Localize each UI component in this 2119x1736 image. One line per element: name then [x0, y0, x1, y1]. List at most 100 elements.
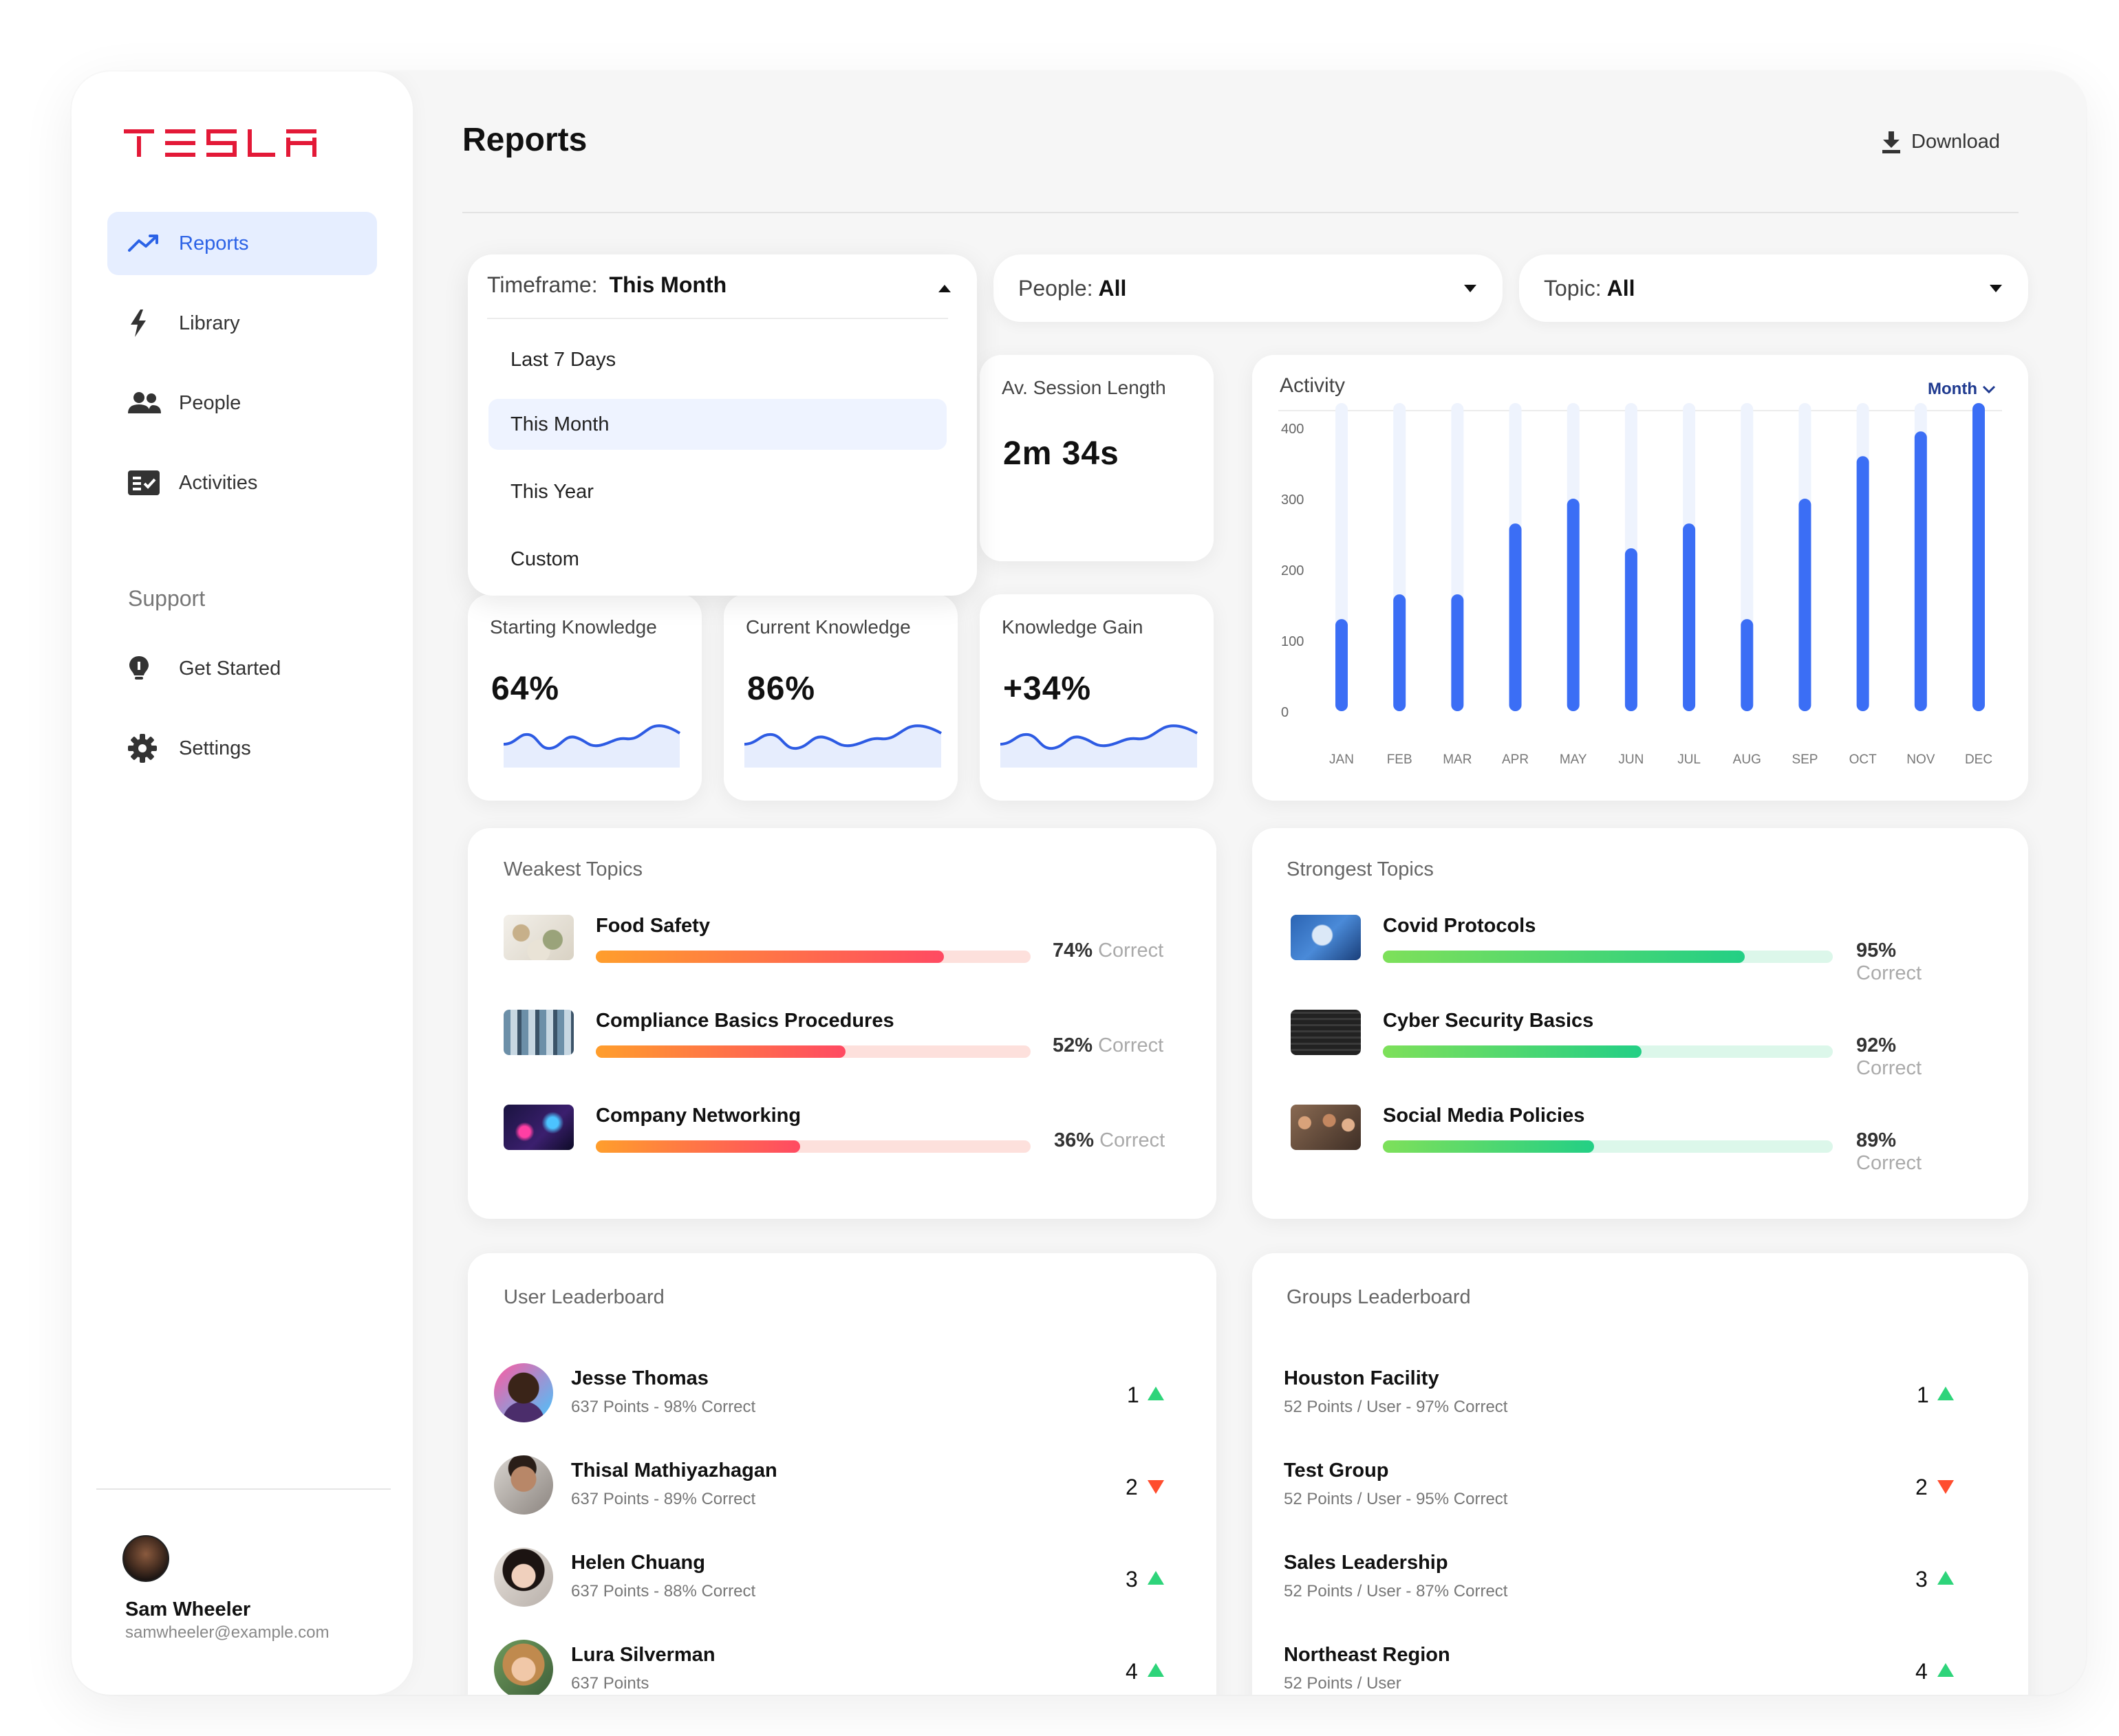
leaderboard-row[interactable]: Northeast Region 52 Points / User 4: [1284, 1640, 1972, 1695]
stat-label: Av. Session Length: [1002, 377, 1166, 398]
sidebar-item-label: Get Started: [179, 657, 281, 680]
bar-jul[interactable]: [1683, 523, 1696, 711]
sidebar-item-label: Activities: [179, 471, 258, 494]
avatar: [494, 1640, 553, 1695]
bar-feb[interactable]: [1393, 594, 1406, 711]
timeframe-filter-header[interactable]: Timeframe: This Month: [487, 272, 727, 298]
bar-jan[interactable]: [1335, 619, 1348, 711]
leaderboard-row[interactable]: Houston Facility 52 Points / User - 97% …: [1284, 1363, 1972, 1429]
topic-filter-dropdown[interactable]: Topic: All: [1519, 254, 2028, 322]
bar-dec[interactable]: [1972, 403, 1985, 711]
user-name: Jesse Thomas: [571, 1367, 709, 1389]
topic-row-compliance-basics-procedures[interactable]: Compliance Basics Procedures 52% Correct: [504, 1010, 1178, 1065]
group-name: Northeast Region: [1284, 1644, 1450, 1666]
lightning-icon: [128, 310, 165, 337]
sidebar-item-activities[interactable]: Activities: [107, 451, 377, 514]
topic-row-company-networking[interactable]: Company Networking 36% Correct: [504, 1105, 1178, 1160]
avatar: [494, 1363, 553, 1422]
x-tick-label: OCT: [1849, 752, 1878, 767]
topic-row-food-safety[interactable]: Food Safety 74% Correct: [504, 915, 1178, 970]
group-name: Test Group: [1284, 1460, 1389, 1482]
topic-row-covid-protocols[interactable]: Covid Protocols 95% Correct: [1291, 915, 1965, 984]
topic-name: Food Safety: [596, 915, 710, 937]
group-stats: 52 Points / User - 97% Correct: [1284, 1398, 1508, 1416]
compliance-thumbnail: [504, 1010, 574, 1055]
leaderboard-row[interactable]: Helen Chuang 637 Points - 88% Correct 3: [494, 1548, 1182, 1614]
stat-label: Current Knowledge: [746, 616, 911, 638]
header-divider: [462, 212, 2019, 213]
user-stats: 637 Points - 89% Correct: [571, 1490, 756, 1508]
tesla-logo[interactable]: [124, 129, 316, 157]
activity-bar-chart: 400 300 200 100 0 JAN FEB MAR APR MAY JUN JUL AUG SEP…: [1281, 403, 1992, 767]
timeframe-option-custom[interactable]: Custom: [488, 534, 947, 585]
trend-up-icon: [1148, 1571, 1164, 1585]
bar-sep[interactable]: [1798, 499, 1811, 711]
timeframe-filter-dropdown[interactable]: Timeframe: This Month Last 7 Days This M…: [468, 254, 977, 596]
progress-fill: [1383, 951, 1745, 963]
x-tick-label: JUN: [1618, 752, 1644, 767]
bar-apr[interactable]: [1509, 523, 1522, 711]
x-tick-label: APR: [1502, 752, 1529, 767]
sidebar-item-reports[interactable]: Reports: [107, 212, 377, 275]
bar-mar[interactable]: [1451, 594, 1464, 711]
avatar: [494, 1548, 553, 1607]
bar-may[interactable]: [1567, 499, 1580, 711]
stat-value: 2m 34s: [1003, 435, 1119, 472]
leaderboard-row[interactable]: Jesse Thomas 637 Points - 98% Correct 1: [494, 1363, 1182, 1429]
topic-filter-value: All: [1606, 275, 1635, 301]
y-tick-label: 200: [1281, 563, 1304, 578]
x-tick-label: MAR: [1443, 752, 1472, 767]
caret-up-icon[interactable]: [938, 285, 951, 292]
sidebar-item-get-started[interactable]: Get Started: [107, 637, 377, 700]
bar-aug[interactable]: [1741, 619, 1754, 711]
bar-nov[interactable]: [1914, 431, 1927, 711]
leaderboard-row[interactable]: Sales Leadership 52 Points / User - 87% …: [1284, 1548, 1972, 1614]
timeframe-filter-label: Timeframe:: [487, 272, 598, 297]
topic-row-social-media-policies[interactable]: Social Media Policies 89% Correct: [1291, 1105, 1965, 1174]
progress-fill: [596, 1045, 846, 1058]
stat-label: Knowledge Gain: [1002, 616, 1143, 638]
leaderboard-row[interactable]: Test Group 52 Points / User - 95% Correc…: [1284, 1455, 1972, 1521]
topic-name: Cyber Security Basics: [1383, 1010, 1594, 1032]
leaderboard-row[interactable]: Thisal Mathiyazhagan 637 Points - 89% Co…: [494, 1455, 1182, 1521]
avatar[interactable]: [122, 1535, 169, 1582]
x-tick-label: SEP: [1792, 752, 1818, 767]
rank-number: 1: [1127, 1382, 1139, 1407]
timeframe-option-this-year[interactable]: This Year: [488, 466, 947, 517]
bar-jun[interactable]: [1624, 548, 1637, 711]
leaderboard-row[interactable]: Lura Silverman 637 Points 4: [494, 1640, 1182, 1695]
rank-number: 2: [1915, 1475, 1928, 1499]
user-leaderboard-card: User Leaderboard Jesse Thomas 637 Points…: [468, 1253, 1216, 1695]
user-stats: 637 Points - 98% Correct: [571, 1398, 756, 1416]
x-tick-label: FEB: [1387, 752, 1412, 767]
group-stats: 52 Points / User - 87% Correct: [1284, 1582, 1508, 1601]
activity-chart-card: Activity Month 400 300 200 100 0 JAN FEB MAR APR…: [1252, 355, 2028, 801]
cyber-security-thumbnail: [1291, 1010, 1361, 1055]
session-length-card: Av. Session Length 2m 34s: [980, 355, 1214, 561]
networking-thumbnail: [504, 1105, 574, 1150]
y-tick-label: 400: [1281, 422, 1304, 437]
timeframe-option-this-month[interactable]: This Month: [488, 399, 947, 450]
percent-correct: 89% Correct: [1856, 1129, 1922, 1174]
sidebar-item-label: People: [179, 391, 241, 414]
social-media-thumbnail: [1291, 1105, 1361, 1150]
sidebar-item-settings[interactable]: Settings: [107, 717, 377, 780]
people-filter-value: All: [1098, 275, 1127, 301]
topic-row-cyber-security-basics[interactable]: Cyber Security Basics 92% Correct: [1291, 1010, 1965, 1079]
download-button[interactable]: Download: [1881, 131, 2000, 153]
people-icon: [128, 389, 165, 417]
percent-correct: 74% Correct: [1053, 940, 1164, 962]
sidebar-item-label: Reports: [179, 232, 249, 254]
bar-oct[interactable]: [1856, 456, 1869, 711]
progress-track: [596, 951, 1031, 963]
sidebar-item-library[interactable]: Library: [107, 292, 377, 355]
people-filter-dropdown[interactable]: People: All: [993, 254, 1503, 322]
sidebar-item-label: Settings: [179, 737, 251, 759]
card-title: Groups Leaderboard: [1287, 1286, 1471, 1308]
sidebar-item-people[interactable]: People: [107, 371, 377, 435]
y-tick-label: 300: [1281, 492, 1304, 508]
current-knowledge-card: Current Knowledge 86%: [724, 594, 958, 801]
trend-up-icon: [1937, 1571, 1954, 1585]
rank-number: 4: [1126, 1659, 1138, 1684]
timeframe-option-last-7-days[interactable]: Last 7 Days: [488, 334, 947, 385]
